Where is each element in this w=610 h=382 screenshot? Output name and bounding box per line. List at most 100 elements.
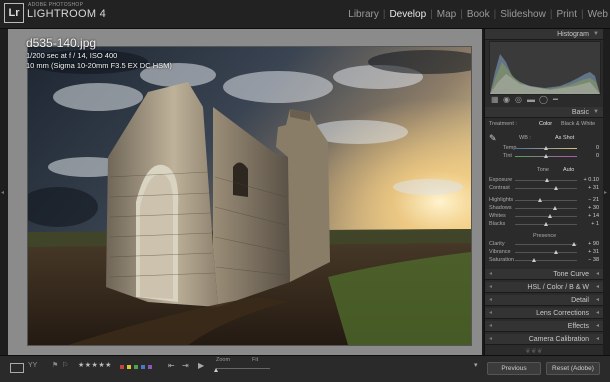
zoom-slider-knob[interactable] — [214, 368, 218, 372]
previous-photo-arrow-icon[interactable]: ⇤ — [168, 361, 175, 370]
bottom-toolbar: YY ⚑ ⚐ ★★★★★ ⇤ ⇥ ▶ Zoom Fit ▾ Previous R… — [0, 355, 610, 382]
clarity-slider-knob[interactable] — [571, 242, 576, 246]
blacks-slider-knob[interactable] — [544, 222, 548, 226]
zoom-slider[interactable] — [214, 368, 270, 372]
saturation-value[interactable]: − 38 — [579, 257, 599, 263]
temp-slider[interactable] — [515, 146, 577, 150]
left-panel-collapsed[interactable]: ◂ — [0, 29, 8, 355]
tone-curve-panel-header[interactable]: ◂ Tone Curve ◂ — [485, 269, 603, 280]
red-eye-tool-icon[interactable]: ◎ — [515, 95, 522, 104]
effects-panel-header[interactable]: ◂ Effects ◂ — [485, 321, 603, 332]
treatment-label: Treatment : — [489, 121, 517, 127]
temp-slider-knob[interactable] — [544, 146, 548, 150]
wb-preset-dropdown[interactable]: As Shot — [555, 135, 574, 141]
adjustment-brush-tool-icon[interactable]: ━ — [553, 95, 558, 104]
module-map[interactable]: Map — [437, 9, 456, 20]
white-balance-picker-icon[interactable]: ✎ — [489, 133, 497, 144]
blacks-slider[interactable] — [515, 222, 577, 226]
photo-lens-info: 10 mm (Sigma 10-20mm F3.5 EX DC HSM) — [26, 61, 172, 70]
right-panel-edge[interactable]: ▸ — [603, 29, 610, 355]
before-after-view-icon[interactable]: YY — [28, 362, 37, 369]
reset-button[interactable]: Reset (Adobe) — [546, 362, 600, 375]
tone-curve-title: Tone Curve — [553, 271, 589, 278]
temp-value[interactable]: 0 — [579, 145, 599, 151]
slideshow-play-icon[interactable]: ▶ — [198, 361, 204, 370]
tint-slider-knob[interactable] — [544, 154, 548, 158]
radial-filter-tool-icon[interactable]: ◯ — [539, 95, 548, 104]
whites-slider-knob[interactable] — [548, 214, 553, 218]
vibrance-value[interactable]: + 31 — [579, 249, 599, 255]
lens-corrections-panel-header[interactable]: ◂ Lens Corrections ◂ — [485, 308, 603, 319]
exposure-slider[interactable] — [515, 178, 577, 182]
contrast-value[interactable]: + 31 — [579, 185, 599, 191]
module-separator: | — [430, 9, 433, 20]
crop-tool-icon[interactable]: ▦ — [491, 95, 499, 104]
graduated-filter-tool-icon[interactable]: ▬ — [527, 95, 535, 104]
histogram-panel-header[interactable]: Histogram ▼ — [485, 29, 603, 40]
highlights-value[interactable]: − 21 — [579, 197, 599, 203]
toolbar-options-chevron-icon[interactable]: ▾ — [474, 361, 478, 369]
camera-calibration-title: Camera Calibration — [528, 336, 589, 343]
color-label-green[interactable] — [134, 365, 138, 369]
tint-slider[interactable] — [515, 154, 577, 158]
vibrance-slider-knob[interactable] — [553, 250, 558, 254]
detail-panel-header[interactable]: ◂ Detail ◂ — [485, 295, 603, 306]
star-rating[interactable]: ★★★★★ — [78, 361, 112, 369]
hsl-panel-header[interactable]: ◂ HSL / Color / B & W ◂ — [485, 282, 603, 293]
module-library[interactable]: Library — [348, 9, 379, 20]
module-print[interactable]: Print — [556, 9, 577, 20]
blacks-value[interactable]: + 1 — [579, 221, 599, 227]
photo-filename: d535-140.jpg — [26, 36, 97, 50]
right-panel-collapse-icon[interactable]: ▸ — [604, 189, 607, 196]
photo-image[interactable] — [27, 46, 472, 346]
detail-title: Detail — [571, 297, 589, 304]
church-ruin-photo — [28, 47, 471, 345]
contrast-slider[interactable] — [515, 186, 577, 190]
loupe-view-icon[interactable] — [10, 363, 24, 373]
shadows-slider[interactable] — [515, 206, 577, 210]
module-develop[interactable]: Develop — [389, 9, 426, 20]
whites-slider[interactable] — [515, 214, 577, 218]
clarity-slider[interactable] — [515, 242, 577, 246]
color-label-purple[interactable] — [148, 365, 152, 369]
previous-button[interactable]: Previous — [487, 362, 541, 375]
exposure-slider-knob[interactable] — [545, 178, 550, 182]
contrast-slider-knob[interactable] — [553, 186, 558, 190]
color-label-yellow[interactable] — [127, 365, 131, 369]
treatment-color-option[interactable]: Color — [539, 121, 552, 127]
saturation-slider-knob[interactable] — [532, 258, 537, 262]
color-label-red[interactable] — [120, 365, 124, 369]
expand-triangle-icon: ◂ — [595, 323, 599, 329]
vibrance-slider[interactable] — [515, 250, 577, 254]
basic-panel-header[interactable]: Basic ▼ — [485, 107, 603, 118]
reject-flag-icon[interactable]: ⚐ — [62, 361, 68, 369]
treatment-bw-option[interactable]: Black & White — [561, 121, 595, 127]
shadows-value[interactable]: + 30 — [579, 205, 599, 211]
vibrance-label: Vibrance — [489, 249, 511, 255]
module-book[interactable]: Book — [467, 9, 490, 20]
saturation-slider[interactable] — [515, 258, 577, 262]
next-photo-arrow-icon[interactable]: ⇥ — [182, 361, 189, 370]
highlights-slider[interactable] — [515, 198, 577, 202]
flag-icon[interactable]: ⚑ — [52, 361, 58, 369]
expand-triangle-icon: ◂ — [595, 271, 599, 277]
shadows-slider-knob[interactable] — [553, 206, 558, 210]
module-web[interactable]: Web — [588, 9, 608, 20]
highlights-slider-knob[interactable] — [537, 198, 542, 202]
tone-auto-button[interactable]: Auto — [563, 167, 574, 173]
module-slideshow[interactable]: Slideshow — [500, 9, 546, 20]
camera-calibration-panel-header[interactable]: ◂ Camera Calibration ◂ — [485, 334, 603, 345]
whites-value[interactable]: + 14 — [579, 213, 599, 219]
spot-removal-tool-icon[interactable]: ◉ — [503, 95, 510, 104]
histogram-aperture: f / 14 — [548, 88, 559, 93]
module-separator: | — [382, 9, 386, 20]
photo-info-overlay: d535-140.jpg 1/200 sec at f / 14, ISO 40… — [26, 36, 172, 70]
histogram-shutter: 1/200 sec — [572, 88, 592, 93]
left-panel-expand-icon[interactable]: ◂ — [1, 189, 4, 196]
color-label-blue[interactable] — [141, 365, 145, 369]
top-bar: Lr ADOBE PHOTOSHOP LIGHTROOM 4 Library | D… — [0, 0, 610, 29]
clarity-value[interactable]: + 90 — [579, 241, 599, 247]
tint-value[interactable]: 0 — [579, 153, 599, 159]
exposure-value[interactable]: + 0.10 — [579, 177, 599, 183]
blacks-label: Blacks — [489, 221, 506, 227]
